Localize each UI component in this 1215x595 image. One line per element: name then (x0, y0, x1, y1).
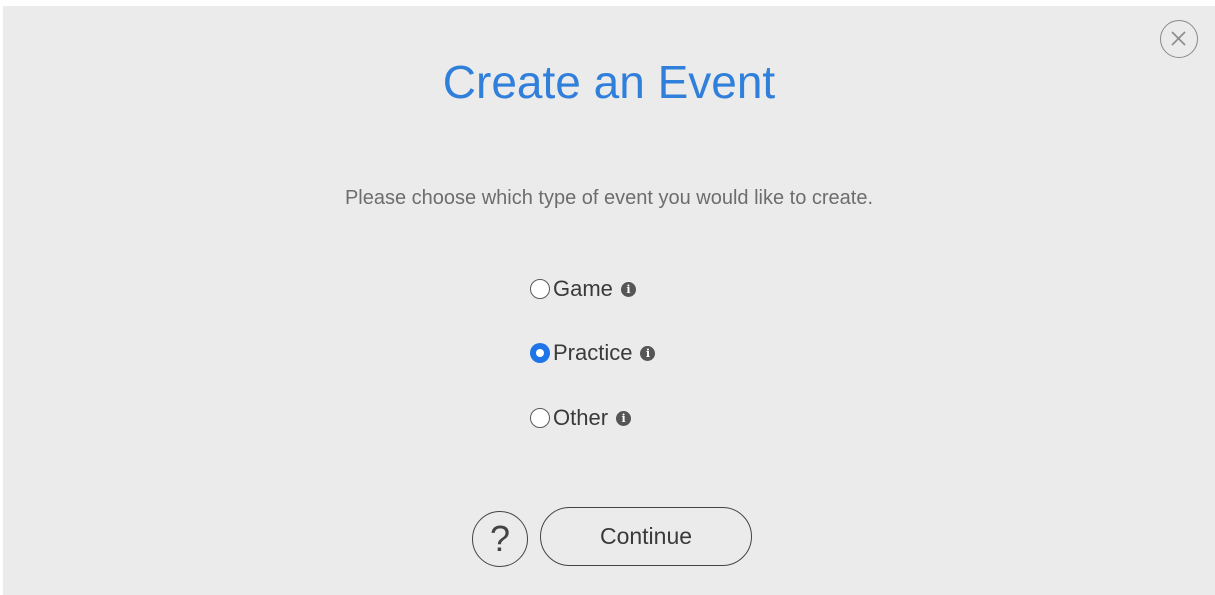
practice-label: Practice (553, 340, 633, 365)
other-label: Other (553, 405, 609, 430)
other-info-icon[interactable]: i (616, 410, 632, 426)
practice-radio[interactable] (530, 343, 550, 363)
other-radio[interactable] (530, 408, 550, 428)
create-event-dialog: Create an Event Please choose which type… (3, 6, 1215, 595)
option-game[interactable]: Game i (530, 272, 636, 306)
game-info-icon[interactable]: i (620, 281, 636, 297)
dialog-instructions: Please choose which type of event you wo… (344, 187, 874, 209)
option-practice[interactable]: Practice i (530, 336, 656, 370)
help-button[interactable]: ? (472, 511, 528, 567)
practice-info-icon[interactable]: i (640, 345, 656, 361)
continue-button[interactable]: Continue (540, 507, 752, 566)
game-label: Game (553, 276, 613, 301)
close-icon (1171, 31, 1186, 46)
option-other[interactable]: Other i (530, 401, 632, 435)
dialog-title: Create an Event (442, 56, 776, 108)
question-mark-icon: ? (489, 518, 511, 559)
game-radio[interactable] (530, 279, 550, 299)
